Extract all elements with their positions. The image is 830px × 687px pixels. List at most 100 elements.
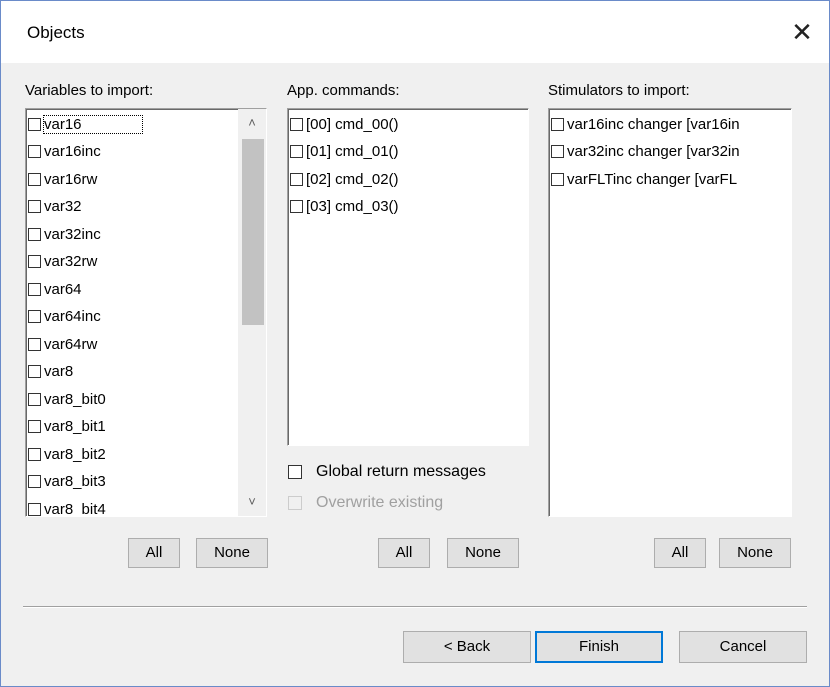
list-item[interactable]: var8_bit4: [28, 496, 106, 517]
item-label: var16rw: [44, 170, 98, 188]
dialog-title: Objects: [27, 23, 85, 42]
stimulators-label-text: Stimulators to import:: [548, 82, 690, 99]
scroll-thumb[interactable]: [242, 139, 264, 325]
item-label: var8_bit2: [44, 445, 106, 463]
item-checkbox[interactable]: [28, 447, 41, 461]
item-checkbox[interactable]: [28, 475, 41, 488]
variables-none-button[interactable]: None: [196, 538, 268, 568]
item-label: var64: [44, 280, 82, 298]
item-checkbox[interactable]: [28, 255, 41, 268]
item-checkbox[interactable]: [28, 392, 41, 406]
item-label: var16inc changer [var16in: [567, 115, 740, 133]
item-checkbox[interactable]: [28, 145, 41, 158]
item-checkbox[interactable]: [28, 502, 41, 516]
list-item[interactable]: var32inc changer [var32in: [551, 139, 740, 165]
list-item[interactable]: var64inc: [28, 304, 101, 330]
item-checkbox[interactable]: [290, 145, 303, 158]
item-label: [01] cmd_01(): [306, 143, 399, 160]
close-icon[interactable]: ✕: [787, 17, 817, 47]
item-label: varFLTinc changer [varFL: [567, 170, 738, 188]
variables-all-button[interactable]: All: [128, 538, 180, 568]
item-label: var8: [44, 363, 74, 380]
commands-all-button[interactable]: All: [378, 538, 430, 568]
item-checkbox[interactable]: [290, 172, 303, 186]
chevron-down-icon[interactable]: ˅: [238, 488, 266, 516]
finish-button[interactable]: Finish: [535, 631, 663, 663]
stimulators-list[interactable]: var16inc changer [var16in var32inc change…: [548, 108, 792, 517]
chevron-up-icon[interactable]: ˄: [238, 109, 266, 137]
back-button[interactable]: < Back: [403, 631, 531, 663]
list-item[interactable]: var16inc: [28, 139, 101, 165]
list-item[interactable]: var16: [28, 111, 143, 137]
item-checkbox[interactable]: [28, 337, 41, 351]
stimulators-label: Stimulators to import:: [548, 82, 690, 99]
item-checkbox[interactable]: [28, 172, 41, 186]
global-return-box[interactable]: [288, 465, 302, 479]
list-item[interactable]: var32: [28, 194, 82, 220]
list-item[interactable]: var32inc: [28, 221, 101, 247]
list-item[interactable]: var8_bit1: [28, 414, 106, 440]
item-checkbox[interactable]: [551, 145, 564, 158]
list-item[interactable]: [03] cmd_03(): [290, 194, 399, 220]
item-label: [03] cmd_03(): [306, 198, 399, 215]
title-bar: Objects ✕: [1, 1, 829, 63]
commands-label: App. commands:: [287, 82, 400, 99]
variables-label-text: Variables to import:: [25, 82, 154, 99]
item-label: [00] cmd_00(): [306, 115, 399, 133]
item-label: var64inc: [44, 308, 101, 325]
list-item[interactable]: var16inc changer [var16in: [551, 111, 740, 137]
item-checkbox[interactable]: [290, 117, 303, 131]
overwrite-existing-checkbox: Overwrite existing: [288, 494, 443, 512]
item-label: [02] cmd_02(): [306, 170, 399, 188]
item-checkbox[interactable]: [551, 172, 564, 186]
variables-scrollbar[interactable]: ˄ ˅: [238, 109, 266, 516]
commands-label-text: App. commands:: [287, 82, 400, 99]
item-checkbox[interactable]: [28, 310, 41, 323]
variables-list[interactable]: var16 var16inc var16rw var32 var32inc var32rw…: [25, 108, 267, 517]
item-label: var32inc changer [var32in: [567, 143, 740, 160]
item-label: var32rw: [44, 253, 98, 270]
item-label: var16: [43, 114, 143, 134]
item-checkbox[interactable]: [28, 227, 41, 241]
list-item[interactable]: var8: [28, 359, 73, 385]
variables-label: Variables to import:: [25, 82, 153, 99]
item-label: var64rw: [44, 335, 98, 353]
separator: [23, 606, 807, 608]
item-label: var8_bit1: [44, 418, 106, 435]
item-label: var32inc: [44, 225, 101, 243]
item-checkbox[interactable]: [551, 117, 564, 131]
item-checkbox[interactable]: [28, 117, 41, 131]
overwrite-existing-label: Overwrite existing: [316, 494, 444, 511]
list-item[interactable]: var64: [28, 276, 82, 302]
overwrite-existing-box: [288, 496, 302, 510]
item-checkbox[interactable]: [28, 200, 41, 213]
commands-none-button[interactable]: None: [447, 538, 519, 568]
item-label: var16inc: [44, 143, 101, 160]
commands-list[interactable]: [00] cmd_00() [01] cmd_01() [02] cmd_02() […: [287, 108, 529, 446]
item-label: var32: [44, 198, 82, 215]
global-return-checkbox[interactable]: Global return messages: [288, 463, 486, 481]
item-checkbox[interactable]: [28, 282, 41, 296]
item-checkbox[interactable]: [290, 200, 303, 213]
list-item[interactable]: [01] cmd_01(): [290, 139, 399, 165]
list-item[interactable]: var32rw: [28, 249, 97, 275]
list-item[interactable]: varFLTinc changer [varFL: [551, 166, 737, 192]
dialog-body: Variables to import: var16 var16inc var16r…: [1, 63, 829, 686]
cancel-button[interactable]: Cancel: [679, 631, 807, 663]
stimulators-all-button[interactable]: All: [654, 538, 706, 568]
item-label: var8_bit4: [44, 500, 106, 517]
list-item[interactable]: [02] cmd_02(): [290, 166, 399, 192]
item-checkbox[interactable]: [28, 365, 41, 378]
item-label: var8_bit3: [44, 473, 106, 490]
objects-dialog: Objects ✕ Variables to import: var16 var1…: [0, 0, 830, 687]
list-item[interactable]: var8_bit2: [28, 441, 106, 467]
list-item[interactable]: var64rw: [28, 331, 97, 357]
item-label: var8_bit0: [44, 390, 106, 408]
item-checkbox[interactable]: [28, 420, 41, 433]
list-item[interactable]: var16rw: [28, 166, 97, 192]
list-item[interactable]: [00] cmd_00(): [290, 111, 399, 137]
global-return-label: Global return messages: [316, 463, 486, 480]
list-item[interactable]: var8_bit0: [28, 386, 106, 412]
stimulators-none-button[interactable]: None: [719, 538, 791, 568]
list-item[interactable]: var8_bit3: [28, 469, 106, 495]
